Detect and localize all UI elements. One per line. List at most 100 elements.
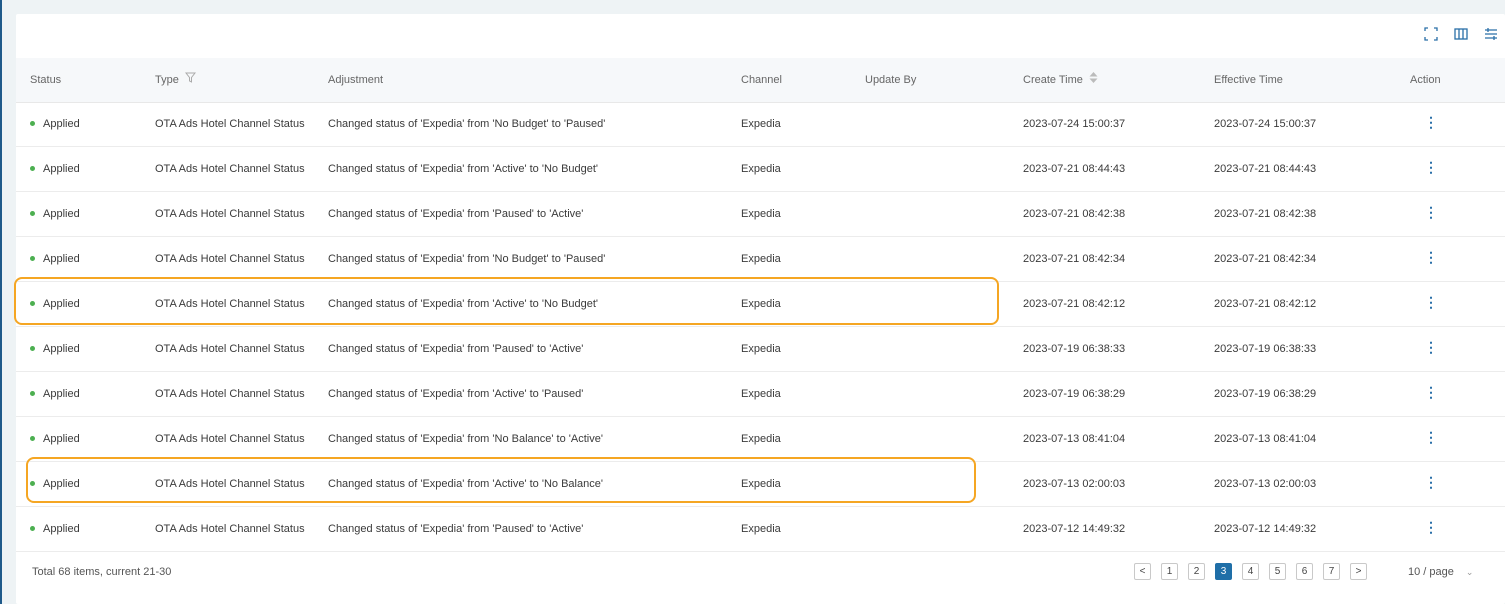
effective-time-cell: 2023-07-21 08:42:34 <box>1214 253 1317 265</box>
column-settings-icon[interactable] <box>1453 26 1469 42</box>
status-cell: Applied <box>30 192 80 236</box>
effective-time-cell: 2023-07-13 08:41:04 <box>1214 433 1317 445</box>
more-actions-icon[interactable]: ⋮ <box>1424 474 1438 490</box>
type-cell: OTA Ads Hotel Channel Status <box>155 433 305 445</box>
table-row: Applied OTA Ads Hotel Channel Status Chang… <box>16 282 1505 327</box>
filter-icon[interactable] <box>184 58 196 102</box>
table-row: Applied OTA Ads Hotel Channel Status Chang… <box>16 102 1505 147</box>
page-button[interactable]: 2 <box>1188 563 1205 580</box>
fullscreen-icon[interactable] <box>1423 26 1439 42</box>
status-dot-icon <box>30 210 35 216</box>
status-text: Applied <box>43 343 80 355</box>
effective-time-cell: 2023-07-13 02:00:03 <box>1214 478 1317 490</box>
type-cell: OTA Ads Hotel Channel Status <box>155 298 305 310</box>
channel-cell: Expedia <box>741 343 781 355</box>
table-row: Applied OTA Ads Hotel Channel Status Chang… <box>16 237 1505 282</box>
page-button[interactable]: 7 <box>1323 563 1340 580</box>
create-time-cell: 2023-07-13 08:41:04 <box>1023 433 1126 445</box>
adjustment-cell: Changed status of 'Expedia' from 'No Bud… <box>328 253 606 265</box>
column-header-effective-time[interactable]: Effective Time <box>1214 58 1283 102</box>
type-cell: OTA Ads Hotel Channel Status <box>155 478 305 490</box>
column-header-create-time-label: Create Time <box>1023 74 1083 86</box>
table-toolbar <box>1423 26 1499 42</box>
pagination: <1 2 3 4 5 6 7 > <box>1134 563 1367 580</box>
page-size-value: 10 / page <box>1408 566 1454 578</box>
create-time-cell: 2023-07-21 08:42:12 <box>1023 298 1126 310</box>
column-header-type[interactable]: Type <box>155 58 196 102</box>
channel-cell: Expedia <box>741 118 781 130</box>
channel-cell: Expedia <box>741 208 781 220</box>
channel-cell: Expedia <box>741 163 781 175</box>
column-header-type-label: Type <box>155 74 179 86</box>
more-actions-icon[interactable]: ⋮ <box>1424 114 1438 130</box>
table-header: Status Type Adjustment Channel Update By… <box>16 58 1505 103</box>
prev-page-button[interactable]: < <box>1134 563 1151 580</box>
page-size-select[interactable]: 10 / page ⌄ <box>1408 566 1473 578</box>
action-cell: ⋮ <box>1424 372 1438 416</box>
column-header-create-time[interactable]: Create Time <box>1023 58 1098 102</box>
more-actions-icon[interactable]: ⋮ <box>1424 384 1438 400</box>
table-footer: Total 68 items, current 21-30 <1 2 3 4 5 6 7 > … <box>16 544 1505 600</box>
type-cell: OTA Ads Hotel Channel Status <box>155 343 305 355</box>
channel-cell: Expedia <box>741 388 781 400</box>
left-edge-bar <box>0 0 2 604</box>
adjustment-cell: Changed status of 'Expedia' from 'Active… <box>328 388 584 400</box>
effective-time-cell: 2023-07-19 06:38:29 <box>1214 388 1317 400</box>
more-actions-icon[interactable]: ⋮ <box>1424 429 1438 445</box>
column-header-adjustment[interactable]: Adjustment <box>328 58 383 102</box>
more-actions-icon[interactable]: ⋮ <box>1424 249 1438 265</box>
action-cell: ⋮ <box>1424 237 1438 281</box>
column-header-action: Action <box>1410 74 1441 86</box>
adjustment-cell: Changed status of 'Expedia' from 'Active… <box>328 478 603 490</box>
adjustment-cell: Changed status of 'Expedia' from 'Active… <box>328 163 599 175</box>
channel-cell: Expedia <box>741 298 781 310</box>
status-text: Applied <box>43 298 80 310</box>
more-actions-icon[interactable]: ⋮ <box>1424 204 1438 220</box>
more-actions-icon[interactable]: ⋮ <box>1424 159 1438 175</box>
effective-time-cell: 2023-07-19 06:38:33 <box>1214 343 1317 355</box>
table-row: Applied OTA Ads Hotel Channel Status Chang… <box>16 327 1505 372</box>
density-icon[interactable] <box>1483 26 1499 42</box>
action-cell: ⋮ <box>1424 147 1438 191</box>
type-cell: OTA Ads Hotel Channel Status <box>155 388 305 400</box>
type-cell: OTA Ads Hotel Channel Status <box>155 163 305 175</box>
type-cell: OTA Ads Hotel Channel Status <box>155 253 305 265</box>
page-button[interactable]: 4 <box>1242 563 1259 580</box>
next-page-button[interactable]: > <box>1350 563 1367 580</box>
adjustment-cell: Changed status of 'Expedia' from 'No Bud… <box>328 118 606 130</box>
status-cell: Applied <box>30 147 80 191</box>
page-button[interactable]: 5 <box>1269 563 1286 580</box>
table-row: Applied OTA Ads Hotel Channel Status Chang… <box>16 372 1505 417</box>
adjustment-cell: Changed status of 'Expedia' from 'No Bal… <box>328 433 603 445</box>
page-button-active[interactable]: 3 <box>1215 563 1232 580</box>
status-cell: Applied <box>30 372 80 416</box>
effective-time-cell: 2023-07-21 08:42:38 <box>1214 208 1317 220</box>
page-button[interactable]: 6 <box>1296 563 1313 580</box>
status-cell: Applied <box>30 102 80 146</box>
action-cell: ⋮ <box>1424 327 1438 371</box>
type-cell: OTA Ads Hotel Channel Status <box>155 208 305 220</box>
more-actions-icon[interactable]: ⋮ <box>1424 519 1438 535</box>
create-time-cell: 2023-07-21 08:44:43 <box>1023 163 1126 175</box>
column-header-status[interactable]: Status <box>30 58 61 102</box>
create-time-cell: 2023-07-24 15:00:37 <box>1023 118 1126 130</box>
status-text: Applied <box>43 388 80 400</box>
adjustment-cell: Changed status of 'Expedia' from 'Active… <box>328 298 599 310</box>
status-cell: Applied <box>30 462 80 506</box>
status-text: Applied <box>43 208 80 220</box>
effective-time-cell: 2023-07-21 08:44:43 <box>1214 163 1317 175</box>
more-actions-icon[interactable]: ⋮ <box>1424 294 1438 310</box>
column-header-update-by[interactable]: Update By <box>865 58 916 102</box>
more-actions-icon[interactable]: ⋮ <box>1424 339 1438 355</box>
column-header-channel[interactable]: Channel <box>741 58 782 102</box>
action-cell: ⋮ <box>1424 282 1438 326</box>
create-time-cell: 2023-07-13 02:00:03 <box>1023 478 1126 490</box>
status-cell: Applied <box>30 282 80 326</box>
table-row: Applied OTA Ads Hotel Channel Status Chang… <box>16 417 1505 462</box>
type-cell: OTA Ads Hotel Channel Status <box>155 118 305 130</box>
channel-cell: Expedia <box>741 478 781 490</box>
page-button[interactable]: 1 <box>1161 563 1178 580</box>
sort-icon[interactable] <box>1089 58 1098 102</box>
status-text: Applied <box>43 253 80 265</box>
channel-cell: Expedia <box>741 433 781 445</box>
